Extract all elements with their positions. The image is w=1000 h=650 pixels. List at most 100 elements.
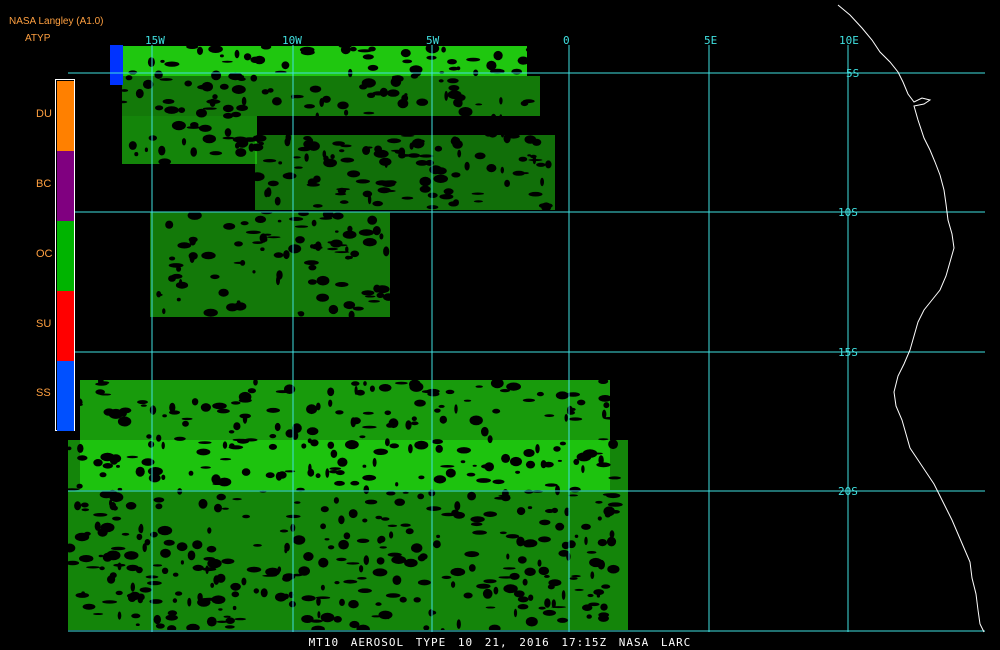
cloud-gap [250, 172, 265, 182]
cloud-gap [148, 441, 155, 448]
legend-label-bc: BC [36, 178, 52, 190]
cloud-gap [103, 408, 115, 416]
cloud-gap [338, 45, 352, 48]
cloud-gap [109, 492, 124, 503]
cloud-gap [158, 158, 171, 165]
cloud-gap [450, 136, 461, 146]
cloud-gap [372, 226, 381, 236]
cloud-gap [94, 521, 101, 531]
cloud-gap [359, 565, 364, 573]
cloud-gap [155, 503, 163, 510]
cloud-gap [230, 582, 241, 591]
cloud-gap [128, 141, 137, 150]
cloud-gap [356, 538, 370, 543]
cloud-gap [317, 611, 321, 619]
cloud-gap [607, 502, 623, 507]
cloud-gap [172, 598, 178, 603]
cloud-gap [358, 229, 374, 236]
cloud-gap [100, 522, 115, 533]
cloud-gap [184, 80, 192, 87]
cloud-gap [288, 244, 302, 254]
cloud-gap [80, 502, 89, 508]
cloud-gap [517, 604, 529, 610]
cloud-gap [330, 154, 335, 160]
cloud-gap [325, 119, 336, 123]
cloud-gap [586, 614, 592, 619]
cloud-gap [259, 233, 267, 243]
cloud-gap [283, 250, 290, 260]
cloud-gap [262, 574, 277, 577]
cloud-gap [517, 556, 527, 564]
cloud-gap [212, 94, 218, 100]
cloud-gap [418, 475, 425, 480]
cloud-gap [219, 83, 229, 90]
cloud-gap [338, 539, 349, 550]
cloud-gap [125, 75, 133, 81]
cloud-gap [493, 586, 499, 595]
cloud-gap [380, 180, 396, 187]
cloud-gap [330, 449, 338, 458]
cloud-gap [405, 528, 414, 535]
cloud-gap [172, 572, 179, 577]
cloud-gap [316, 275, 330, 286]
cloud-gap [99, 472, 107, 478]
cloud-gap [158, 145, 166, 156]
cloud-gap [394, 149, 401, 154]
cloud-gap [350, 480, 360, 486]
cloud-gap [503, 567, 516, 570]
cloud-gap [177, 242, 192, 249]
cloud-gap [161, 441, 165, 450]
cloud-gap [571, 575, 581, 578]
cloud-gap [247, 388, 256, 394]
cloud-gap [74, 501, 82, 511]
cloud-gap [486, 164, 497, 173]
cloud-gap [316, 293, 329, 302]
cloud-gap [367, 64, 379, 71]
cloud-gap [395, 381, 408, 385]
cloud-gap [86, 566, 100, 569]
cloud-gap [153, 497, 165, 503]
cloud-gap [367, 118, 377, 122]
cloud-gap [454, 501, 461, 511]
cloud-gap [253, 588, 259, 594]
cloud-gap [414, 399, 426, 407]
cloud-gap [294, 166, 303, 169]
cloud-gap [384, 161, 388, 168]
cloud-gap [322, 95, 331, 103]
cloud-gap [282, 172, 297, 180]
cloud-gap [228, 430, 235, 434]
cloud-gap [260, 44, 272, 50]
cloud-gap [447, 78, 459, 84]
cloud-gap [176, 297, 181, 302]
cloud-gap [221, 60, 233, 63]
cloud-gap [178, 107, 186, 113]
cloud-gap [383, 246, 390, 257]
cloud-gap [400, 134, 415, 137]
cloud-gap [240, 221, 249, 226]
cloud-gap [561, 590, 566, 600]
cloud-gap [374, 145, 382, 153]
cloud-gap [372, 568, 388, 577]
cloud-gap [433, 174, 449, 183]
cloud-gap [362, 425, 377, 429]
cloud-gap [200, 403, 211, 412]
cloud-gap [408, 444, 413, 454]
cloud-gap [568, 494, 579, 497]
cloud-gap [371, 615, 382, 618]
cloud-gap [198, 498, 208, 509]
lon-label: 10W [282, 34, 302, 47]
cloud-gap [608, 476, 621, 480]
cloud-gap [425, 159, 435, 166]
cloud-gap [315, 112, 319, 120]
cloud-gap [475, 103, 483, 106]
cloud-gap [236, 104, 249, 111]
cloud-gap [137, 593, 145, 601]
cloud-gap [263, 159, 277, 163]
cloud-gap [527, 118, 537, 125]
cloud-gap [363, 111, 375, 115]
cloud-gap [451, 581, 456, 588]
cloud-gap [361, 290, 375, 296]
cloud-gap [224, 128, 232, 137]
cloud-gap [303, 552, 314, 561]
cloud-gap [196, 108, 207, 118]
